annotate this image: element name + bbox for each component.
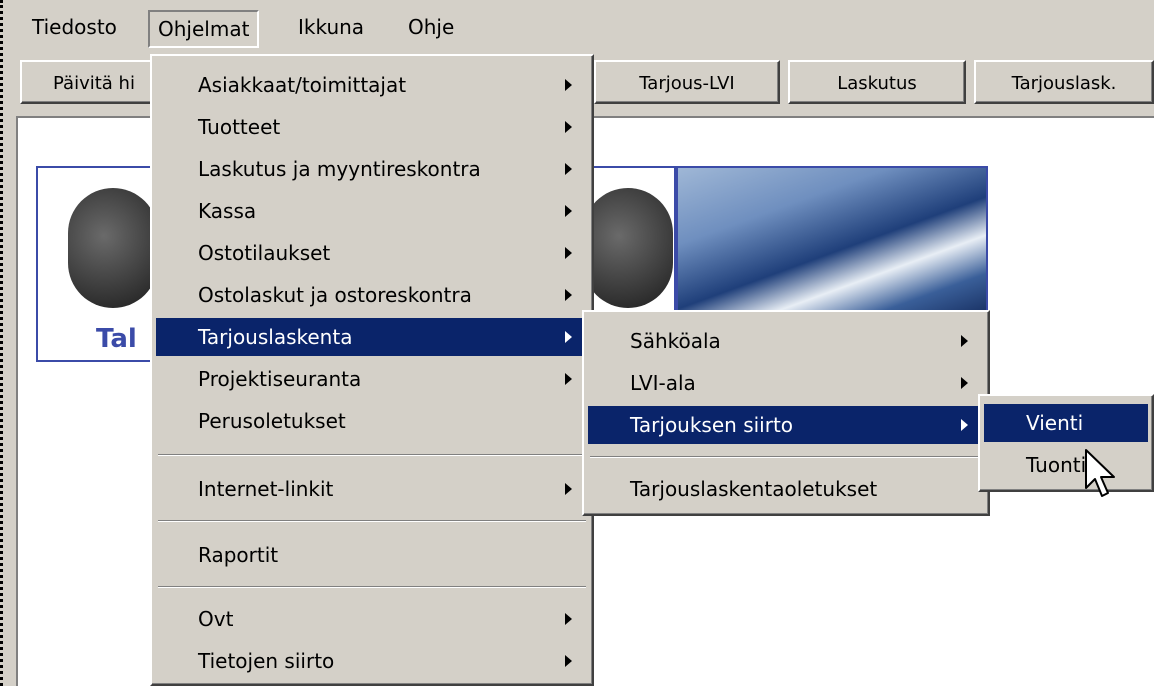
menu-item-label: Ovt (198, 607, 234, 631)
menu-item-label: Raportit (198, 543, 279, 567)
menu-item-label: Tarjouksen siirto (630, 413, 794, 437)
menu-item-label: Tarjouslaskenta (198, 325, 353, 349)
menu-item-label: Kassa (198, 199, 257, 223)
menu-item-label: Sähköala (630, 329, 721, 353)
submenu-arrow-icon (565, 331, 572, 343)
submenu-arrow-icon (961, 377, 968, 389)
tarjouslaskenta-submenu: Sähköala LVI-ala Tarjouksen siirto Tarjo… (582, 310, 990, 516)
menu-item-label: Laskutus ja myyntireskontra (198, 157, 481, 181)
logo-shape-icon (583, 188, 673, 308)
siirto-submenu: Vienti Tuonti (978, 394, 1154, 492)
submenu-arrow-icon (565, 373, 572, 385)
update-button[interactable]: Päivitä hi (20, 60, 168, 104)
submenu-arrow-icon (565, 163, 572, 175)
menu-item-kassa[interactable]: Kassa (156, 192, 588, 230)
menu-ohje[interactable]: Ohje (400, 10, 462, 44)
menu-item-tarjouslaskentaoletukset[interactable]: Tarjouslaskentaoletukset (588, 470, 984, 508)
laskutus-button[interactable]: Laskutus (788, 60, 966, 104)
menu-item-ostolaskut[interactable]: Ostolaskut ja ostoreskontra (156, 276, 588, 314)
menu-item-perusoletukset[interactable]: Perusoletukset (156, 402, 588, 440)
submenu-arrow-icon (565, 205, 572, 217)
submenu-arrow-icon (565, 79, 572, 91)
menu-item-tuonti[interactable]: Tuonti (984, 446, 1148, 484)
wave-image (676, 166, 988, 314)
window-edge (0, 0, 3, 686)
menu-item-label: Tietojen siirto (198, 649, 335, 673)
menu-item-label: Ostolaskut ja ostoreskontra (198, 283, 472, 307)
menu-item-internet-linkit[interactable]: Internet-linkit (156, 470, 588, 508)
menu-item-label: Ostotilaukset (198, 241, 331, 265)
menu-separator (158, 586, 586, 588)
ohjelmat-menu: Asiakkaat/toimittajat Tuotteet Laskutus … (150, 54, 594, 686)
menu-item-label: Projektiseuranta (198, 367, 362, 391)
menu-item-tietojen-siirto[interactable]: Tietojen siirto (156, 642, 588, 680)
menu-item-vienti[interactable]: Vienti (984, 404, 1148, 442)
menu-item-lvi-ala[interactable]: LVI-ala (588, 364, 984, 402)
menu-item-label: Perusoletukset (198, 409, 346, 433)
menu-item-tarjouslaskenta[interactable]: Tarjouslaskenta (156, 318, 588, 356)
menu-item-tarjouksen-siirto[interactable]: Tarjouksen siirto (588, 406, 984, 444)
tarjouslask-button[interactable]: Tarjouslask. (974, 60, 1154, 104)
submenu-arrow-icon (565, 121, 572, 133)
euro-logo-icon (68, 188, 158, 308)
logo-text: Tal (96, 324, 137, 354)
menu-item-laskutus[interactable]: Laskutus ja myyntireskontra (156, 150, 588, 188)
menu-item-label: Tarjouslaskentaoletukset (630, 477, 878, 501)
menu-item-tuotteet[interactable]: Tuotteet (156, 108, 588, 146)
menu-item-ovt[interactable]: Ovt (156, 600, 588, 638)
menu-item-label: Asiakkaat/toimittajat (198, 73, 407, 97)
menu-ohjelmat[interactable]: Ohjelmat (148, 10, 260, 48)
menu-item-label: LVI-ala (630, 371, 696, 395)
tarjous-lvi-button[interactable]: Tarjous-LVI (594, 60, 780, 104)
menu-item-label: Tuotteet (198, 115, 281, 139)
submenu-arrow-icon (961, 335, 968, 347)
menu-item-asiakkaat[interactable]: Asiakkaat/toimittajat (156, 66, 588, 104)
menu-tiedosto[interactable]: Tiedosto (24, 10, 125, 44)
submenu-arrow-icon (565, 613, 572, 625)
menu-ikkuna[interactable]: Ikkuna (290, 10, 372, 44)
menu-item-ostotilaukset[interactable]: Ostotilaukset (156, 234, 588, 272)
submenu-arrow-icon (565, 483, 572, 495)
submenu-arrow-icon (961, 419, 968, 431)
mouse-cursor-icon (1085, 449, 1115, 497)
menu-separator (158, 520, 586, 522)
submenu-arrow-icon (565, 289, 572, 301)
menu-bar: Tiedosto Ohjelmat Ikkuna Ohje (4, 0, 1154, 50)
menu-item-projektiseuranta[interactable]: Projektiseuranta (156, 360, 588, 398)
menu-separator (590, 456, 982, 458)
menu-item-sahkoala[interactable]: Sähköala (588, 322, 984, 360)
menu-item-label: Internet-linkit (198, 477, 334, 501)
submenu-arrow-icon (565, 655, 572, 667)
submenu-arrow-icon (565, 247, 572, 259)
menu-separator (158, 454, 586, 456)
menu-item-raportit[interactable]: Raportit (156, 536, 588, 574)
